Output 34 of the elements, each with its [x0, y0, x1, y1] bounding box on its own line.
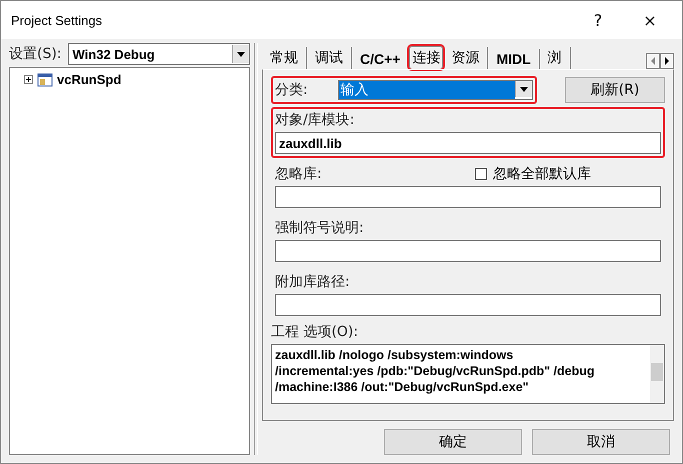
tree-item[interactable]: vcRunSpd [24, 72, 236, 87]
tab[interactable]: 调试 [307, 47, 352, 69]
field-label: 强制符号说明: [275, 219, 364, 237]
settings-label: 设置(S): [9, 45, 62, 63]
input-field[interactable] [275, 240, 661, 262]
close-button[interactable]: × [628, 10, 672, 30]
category-dropdown[interactable]: 输入 [338, 80, 533, 100]
tab[interactable]: 连接 [409, 46, 444, 69]
dropdown-arrow-icon [237, 52, 246, 56]
scrollbar[interactable] [650, 345, 664, 403]
tab[interactable]: 常规 [262, 47, 307, 69]
tab[interactable]: 资源 [443, 47, 488, 69]
dropdown-arrow-icon [520, 86, 528, 92]
input-field[interactable] [275, 294, 661, 316]
field-label: 附加库路径: [275, 273, 350, 291]
scroll-right-icon[interactable] [660, 53, 674, 69]
expand-icon[interactable] [24, 75, 33, 84]
tab[interactable]: MIDL [488, 49, 540, 69]
category-label: 分类: [275, 81, 308, 99]
input-field[interactable]: zauxdll.lib [275, 132, 661, 154]
dialog-button[interactable]: 取消 [532, 429, 670, 455]
options-field[interactable]: zauxdll.lib /nologo /subsystem:windows /incremental:yes /pdb:"Debug/vcRunSpd.pdb" /debug /machine:I386 /out:"Debug/vcRunSpd.exe" [271, 344, 665, 404]
field-label: 对象/库模块: [275, 111, 354, 129]
tab[interactable]: 浏 [540, 47, 571, 69]
dialog-button[interactable]: 确定 [384, 429, 522, 455]
project-icon [37, 72, 53, 86]
input-field[interactable] [275, 186, 661, 208]
help-button[interactable]: ? [576, 10, 620, 30]
window-title: Project Settings [11, 12, 104, 28]
field-label: 忽略库: [275, 165, 322, 183]
reset-button[interactable]: 刷新(R) [565, 77, 665, 103]
options-label: 工程 选项(O): [271, 323, 360, 341]
settings-dropdown[interactable]: Win32 Debug [68, 43, 250, 65]
ignore-defaults-checkbox[interactable]: 忽略全部默认库 [475, 165, 591, 183]
